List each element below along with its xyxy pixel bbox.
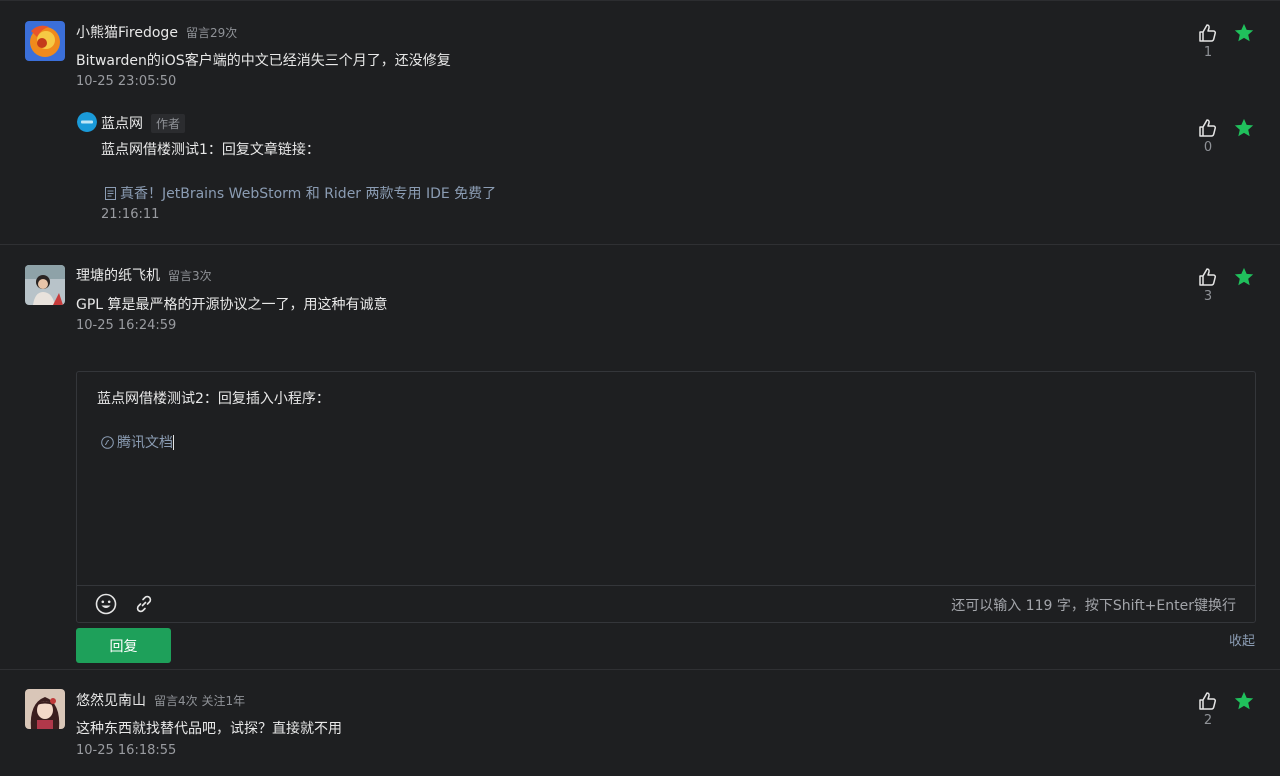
comment-time: 10-25 16:24:59 — [76, 318, 177, 333]
comment-time: 10-25 16:18:55 — [76, 743, 177, 758]
like-count: 2 — [1203, 713, 1213, 728]
star-icon[interactable] — [1233, 690, 1255, 712]
document-icon — [105, 187, 116, 204]
like-count: 0 — [1203, 140, 1213, 155]
landian-logo — [77, 112, 97, 132]
link-icon[interactable] — [134, 594, 154, 614]
top-divider — [0, 0, 1280, 1]
firefox-avatar-image — [25, 21, 65, 61]
like-count: 1 — [1203, 45, 1213, 60]
user-photo-avatar — [25, 265, 65, 305]
like-count: 3 — [1203, 289, 1213, 304]
star-icon[interactable] — [1233, 117, 1255, 139]
comment-divider — [0, 244, 1280, 245]
smiley-icon[interactable] — [95, 593, 117, 615]
reply-editor[interactable]: 蓝点网借楼测试2：回复插入小程序： 腾讯文档 还可以输入 119 字，按下Shi… — [76, 371, 1256, 623]
miniprogram-icon — [101, 436, 114, 453]
reply-author-landian[interactable]: 蓝点网 作者 — [101, 113, 186, 133]
avatar-firedoge[interactable] — [25, 21, 65, 61]
article-link[interactable]: 真香！JetBrains WebStorm 和 Rider 两款专用 IDE 免… — [105, 183, 496, 204]
char-count-hint: 还可以输入 119 字，按下Shift+Enter键换行 — [951, 598, 1236, 614]
miniprogram-link[interactable]: 腾讯文档 — [101, 432, 174, 453]
collapse-link[interactable]: 收起 — [1229, 630, 1255, 649]
author-meta: 留言3次 — [168, 269, 212, 283]
comment-time: 10-25 23:05:50 — [76, 74, 177, 89]
star-icon[interactable] — [1233, 22, 1255, 44]
comment-text: GPL 算是最严格的开源协议之一了，用这种有诚意 — [76, 297, 388, 313]
avatar-litang[interactable] — [25, 265, 65, 305]
article-link-text[interactable]: 真香！JetBrains WebStorm 和 Rider 两款专用 IDE 免… — [120, 186, 496, 202]
editor-toolbar: 还可以输入 119 字，按下Shift+Enter键换行 — [77, 585, 1255, 622]
comment-text: 这种东西就找替代品吧，试探？直接就不用 — [76, 721, 342, 737]
thumbs-up-icon[interactable] — [1198, 118, 1218, 138]
author-name[interactable]: 悠然见南山 — [76, 693, 146, 709]
author-name[interactable]: 理塘的纸飞机 — [76, 268, 160, 284]
text-cursor — [173, 435, 174, 450]
thumbs-up-icon[interactable] — [1198, 267, 1218, 287]
thumbs-up-icon[interactable] — [1198, 23, 1218, 43]
avatar-landian[interactable] — [77, 112, 97, 132]
author-badge: 作者 — [151, 114, 186, 133]
miniprogram-label[interactable]: 腾讯文档 — [117, 435, 173, 451]
anime-avatar-image — [25, 689, 65, 729]
thumbs-up-icon[interactable] — [1198, 691, 1218, 711]
star-icon[interactable] — [1233, 266, 1255, 288]
author-meta: 留言29次 — [185, 26, 238, 40]
reply-text: 蓝点网借楼测试1：回复文章链接： — [101, 142, 320, 158]
comment-divider — [0, 669, 1280, 670]
comment-text: Bitwarden的iOS客户端的中文已经消失三个月了，还没修复 — [76, 53, 451, 69]
editor-text[interactable]: 蓝点网借楼测试2：回复插入小程序： — [97, 388, 330, 408]
author-meta: 留言4次 关注1年 — [154, 694, 246, 708]
comment-author-firedoge[interactable]: 小熊猫Firedoge 留言29次 — [76, 22, 237, 42]
reply-time: 21:16:11 — [101, 207, 160, 222]
comment-author-litang[interactable]: 理塘的纸飞机 留言3次 — [76, 265, 212, 285]
author-name[interactable]: 小熊猫Firedoge — [76, 25, 178, 41]
author-name[interactable]: 蓝点网 — [101, 116, 143, 132]
reply-button[interactable]: 回复 — [76, 628, 171, 663]
avatar-youran[interactable] — [25, 689, 65, 729]
comment-author-youran[interactable]: 悠然见南山 留言4次 关注1年 — [76, 690, 245, 710]
